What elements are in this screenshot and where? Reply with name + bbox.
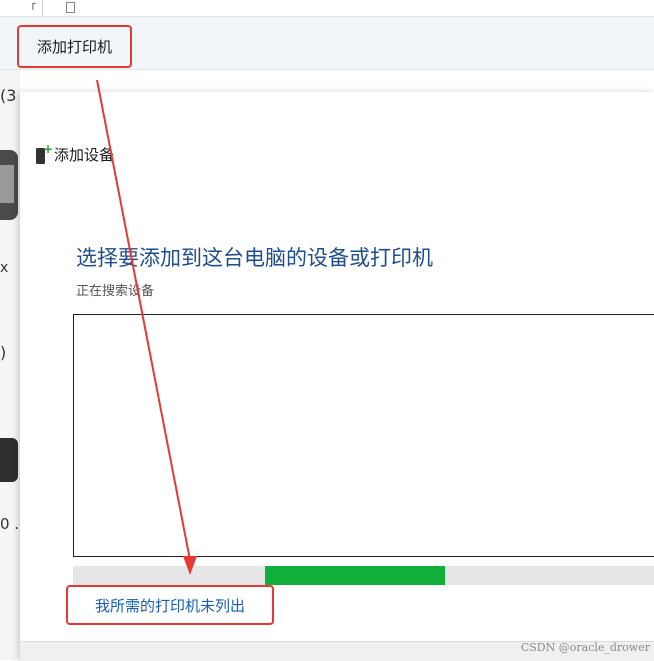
watermark: CSDN @oracle_drower	[520, 641, 650, 654]
annotation-arrow	[96, 79, 197, 575]
